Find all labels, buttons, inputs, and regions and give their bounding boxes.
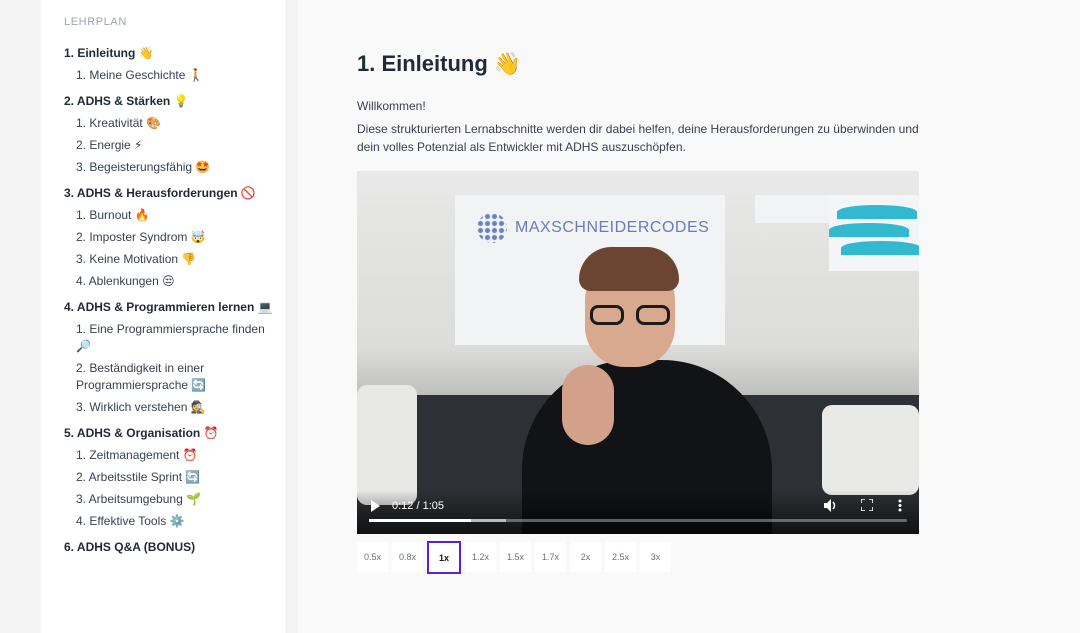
speed-button[interactable]: 2.5x bbox=[605, 542, 636, 572]
section-title[interactable]: 2. ADHS & Stärken 💡 bbox=[64, 93, 286, 109]
curriculum-section: 2. ADHS & Stärken 💡 1. Kreativität 🎨 2. En… bbox=[64, 93, 286, 176]
speed-button[interactable]: 1x bbox=[427, 541, 461, 574]
intro-text: Diese strukturierten Lernabschnitte werd… bbox=[357, 122, 919, 154]
lesson-item[interactable]: 3. Keine Motivation 👎 bbox=[64, 251, 274, 268]
section-title[interactable]: 4. ADHS & Programmieren lernen 💻 bbox=[64, 299, 286, 315]
speed-button[interactable]: 0.5x bbox=[357, 542, 388, 572]
sidebar-title: LEHRPLAN bbox=[64, 16, 127, 28]
curriculum-section: 4. ADHS & Programmieren lernen 💻 1. Eine … bbox=[64, 299, 286, 416]
pillow-right bbox=[822, 405, 919, 495]
more-vertical-icon[interactable] bbox=[898, 499, 902, 515]
playback-speed-selector: 0.5x 0.8x 1x 1.2x 1.5x 1.7x 2x 2.5x 3x bbox=[357, 541, 675, 574]
lesson-item[interactable]: 4. Ablenkungen 😒 bbox=[64, 273, 274, 290]
lesson-item[interactable]: 2. Energie ⚡ bbox=[64, 137, 274, 154]
glasses bbox=[590, 305, 670, 325]
wall-art bbox=[755, 195, 833, 223]
pillow-left bbox=[357, 385, 417, 505]
speed-button[interactable]: 2x bbox=[570, 542, 601, 572]
play-icon[interactable] bbox=[370, 500, 381, 515]
lesson-item[interactable]: 1. Kreativität 🎨 bbox=[64, 115, 274, 132]
speed-button[interactable]: 1.7x bbox=[535, 542, 566, 572]
curriculum-sidebar: LEHRPLAN 1. Einleitung 👋 1. Meine Geschic… bbox=[41, 0, 287, 633]
speed-button[interactable]: 1.5x bbox=[500, 542, 531, 572]
section-title[interactable]: 3. ADHS & Herausforderungen 🚫 bbox=[64, 185, 286, 201]
lesson-item[interactable]: 3. Arbeitsumgebung 🌱 bbox=[64, 491, 274, 508]
lesson-item[interactable]: 2. Arbeitsstile Sprint 🔄 bbox=[64, 469, 274, 486]
fullscreen-icon[interactable] bbox=[860, 498, 874, 514]
lesson-item[interactable]: 4. Effektive Tools ⚙️ bbox=[64, 513, 274, 530]
lesson-item[interactable]: 2. Beständigkeit in einer Programmierspr… bbox=[64, 360, 274, 394]
main-content: 1. Einleitung 👋 Willkommen! Diese strukt… bbox=[298, 0, 1080, 633]
lesson-content: 1. Einleitung 👋 Willkommen! Diese strukt… bbox=[357, 48, 919, 161]
brand-dots-icon bbox=[477, 213, 507, 243]
curriculum-section: 5. ADHS & Organisation ⏰ 1. Zeitmanagemen… bbox=[64, 425, 286, 530]
progress-played bbox=[369, 519, 472, 522]
curriculum-section: 1. Einleitung 👋 1. Meine Geschichte 🚶 bbox=[64, 45, 286, 84]
lesson-item[interactable]: 1. Eine Programmiersprache finden 🔎 bbox=[64, 321, 274, 355]
lesson-item[interactable]: 1. Zeitmanagement ⏰ bbox=[64, 447, 274, 464]
video-player[interactable]: MAXSCHNEIDERCODES 0:12 / 1:05 bbox=[357, 171, 919, 534]
progress-bar[interactable] bbox=[369, 519, 907, 522]
wave-poster bbox=[829, 195, 919, 271]
page: LEHRPLAN 1. Einleitung 👋 1. Meine Geschic… bbox=[0, 0, 1080, 633]
presenter-hair bbox=[579, 247, 679, 291]
speed-button[interactable]: 0.8x bbox=[392, 542, 423, 572]
curriculum-section: 3. ADHS & Herausforderungen 🚫 1. Burnout … bbox=[64, 185, 286, 290]
speed-button[interactable]: 1.2x bbox=[465, 542, 496, 572]
section-title[interactable]: 6. ADHS Q&A (BONUS) bbox=[64, 539, 286, 555]
presenter-hand bbox=[562, 365, 614, 445]
time-display: 0:12 / 1:05 bbox=[392, 500, 444, 512]
lesson-item[interactable]: 3. Wirklich verstehen 🕵 bbox=[64, 399, 274, 416]
volume-icon[interactable] bbox=[824, 499, 838, 515]
section-title[interactable]: 5. ADHS & Organisation ⏰ bbox=[64, 425, 286, 441]
brand-text: MAXSCHNEIDERCODES bbox=[515, 219, 710, 236]
curriculum-section: 6. ADHS Q&A (BONUS) bbox=[64, 539, 286, 555]
lesson-item[interactable]: 3. Begeisterungsfähig 🤩 bbox=[64, 159, 274, 176]
speed-button[interactable]: 3x bbox=[640, 542, 671, 572]
lesson-item[interactable]: 2. Imposter Syndrom 🤯 bbox=[64, 229, 274, 246]
brand-logo: MAXSCHNEIDERCODES bbox=[477, 213, 709, 243]
lesson-item[interactable]: 1. Meine Geschichte 🚶 bbox=[64, 67, 274, 84]
lesson-item[interactable]: 1. Burnout 🔥 bbox=[64, 207, 274, 224]
video-controls: 0:12 / 1:05 bbox=[357, 490, 919, 534]
section-title[interactable]: 1. Einleitung 👋 bbox=[64, 45, 286, 61]
video-frame[interactable]: MAXSCHNEIDERCODES 0:12 / 1:05 bbox=[357, 195, 919, 534]
curriculum-sections: 1. Einleitung 👋 1. Meine Geschichte 🚶 2. A… bbox=[64, 45, 286, 555]
lesson-title: 1. Einleitung 👋 bbox=[357, 51, 522, 76]
welcome-text: Willkommen! bbox=[357, 99, 426, 113]
